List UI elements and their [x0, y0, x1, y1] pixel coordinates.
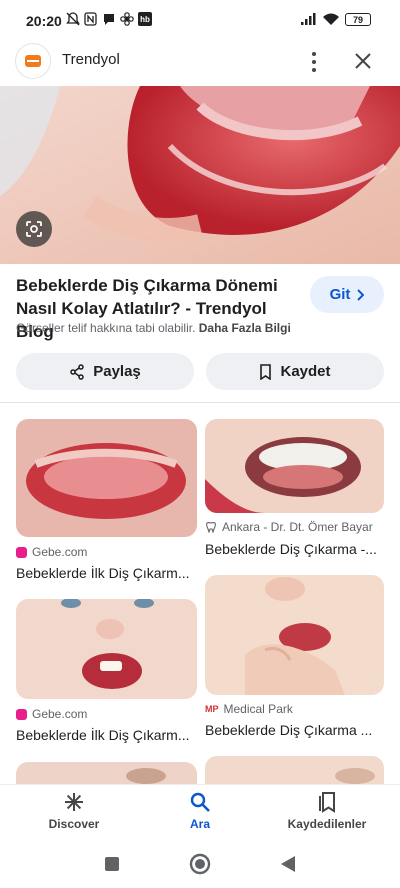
related-source-1[interactable]: Gebe.com [16, 545, 87, 559]
trendyol-favicon [16, 44, 50, 78]
signal-icon [301, 13, 316, 25]
nfc-icon [84, 12, 97, 26]
collections-bookmark-icon [319, 792, 335, 813]
nav-saved[interactable]: Kaydedilenler [282, 791, 372, 831]
related-source-4[interactable]: MP Medical Park [205, 702, 293, 716]
more-vert-icon[interactable] [304, 48, 324, 76]
copyright-text: Görseller telif hakkına tabi olabilir. [16, 321, 196, 335]
gebe-favicon [16, 546, 27, 558]
related-title-2[interactable]: Bebeklerde Diş Çıkarma -... [205, 541, 383, 557]
result-header: Trendyol [0, 40, 400, 86]
nav-discover[interactable]: Discover [44, 791, 104, 831]
status-bar: 20:20 hb 79 [0, 0, 400, 40]
tooth-favicon [206, 522, 216, 533]
chat-icon [104, 14, 114, 25]
related-source-2[interactable]: Ankara - Dr. Dt. Ömer Bayar [205, 520, 373, 534]
related-image-3[interactable] [16, 599, 197, 699]
related-title-1[interactable]: Bebeklerde İlk Diş Çıkarm... [16, 565, 194, 581]
lens-icon [26, 221, 42, 237]
visit-label: Git [329, 286, 351, 303]
mute-bell-icon [66, 12, 80, 26]
visit-button[interactable]: Git [310, 276, 384, 313]
related-image-2[interactable] [205, 419, 384, 513]
search-icon [190, 792, 210, 812]
discover-asterisk-icon [65, 793, 83, 811]
related-image-6[interactable] [205, 756, 384, 784]
copyright-note: Görseller telif hakkına tabi olabilir. D… [16, 321, 291, 335]
site-name[interactable]: Trendyol [62, 51, 120, 68]
gebe-favicon [16, 708, 27, 720]
battery-icon: 79 [345, 13, 371, 26]
battery-level: 79 [352, 14, 363, 25]
wifi-icon [323, 13, 339, 25]
status-time: 20:20 [26, 13, 62, 29]
related-source-3[interactable]: Gebe.com [16, 707, 87, 721]
recents-square-icon[interactable] [104, 856, 120, 872]
hb-app-icon: hb [138, 12, 152, 26]
share-icon [70, 363, 84, 380]
close-icon[interactable] [350, 48, 376, 74]
system-navigation-bar [0, 842, 400, 888]
nav-search[interactable]: Ara [176, 791, 224, 831]
share-label: Paylaş [93, 363, 141, 380]
related-title-3[interactable]: Bebeklerde İlk Diş Çıkarm... [16, 727, 194, 743]
google-lens-button[interactable] [16, 211, 52, 247]
medical-park-favicon: MP [205, 704, 219, 714]
bookmark-icon [260, 363, 272, 380]
related-title-4[interactable]: Bebeklerde Diş Çıkarma ... [205, 722, 383, 738]
related-image-4[interactable] [205, 575, 384, 695]
back-triangle-icon[interactable] [280, 855, 296, 873]
section-divider [0, 402, 400, 403]
share-button[interactable]: Paylaş [16, 353, 194, 390]
save-button[interactable]: Kaydet [206, 353, 384, 390]
main-result-image[interactable] [0, 86, 400, 264]
chevron-right-icon [357, 288, 365, 301]
related-image-5[interactable] [16, 762, 197, 784]
more-info-link[interactable]: Daha Fazla Bilgi [199, 321, 291, 335]
fan-icon [120, 12, 134, 26]
save-label: Kaydet [280, 363, 331, 380]
related-image-1[interactable] [16, 419, 197, 537]
bottom-navigation: Discover Ara Kaydedilenler [0, 784, 400, 842]
home-circle-icon[interactable] [189, 853, 211, 875]
